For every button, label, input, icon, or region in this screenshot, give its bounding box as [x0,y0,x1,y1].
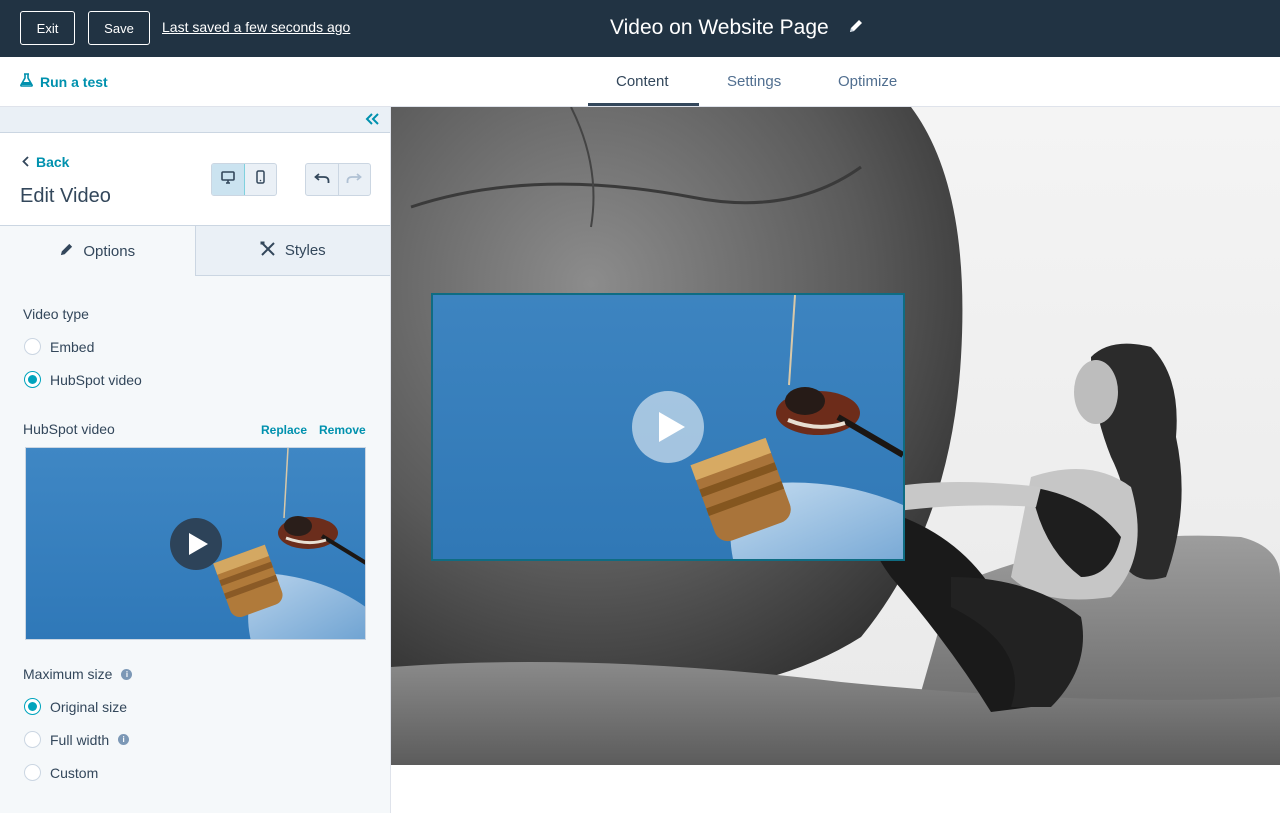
page-title[interactable]: Video on Website Page [610,16,829,40]
tab-optimize[interactable]: Optimize [838,73,897,90]
radio-full-width[interactable]: Full width i [24,731,130,748]
page-preview-canvas [391,107,1280,813]
collapse-bar [0,107,390,133]
desktop-icon [220,170,235,189]
radio-embed-input[interactable] [24,338,41,355]
info-icon[interactable]: i [121,668,133,680]
chevron-left-icon [22,154,36,170]
radio-full-width-input[interactable] [24,731,41,748]
editor-subbar: Run a test Content Settings Optimize [0,57,1280,107]
info-icon[interactable]: i [118,734,130,745]
radio-custom[interactable]: Custom [24,764,98,781]
collapse-sidebar-icon[interactable] [364,112,380,131]
maximum-size-text: Maximum size [23,666,113,682]
radio-embed-label: Embed [50,338,95,355]
video-preview-image [433,295,903,559]
radio-original-size-label: Original size [50,698,128,715]
last-saved-link[interactable]: Last saved a few seconds ago [162,19,350,35]
save-button[interactable]: Save [88,11,150,45]
radio-full-width-label: Full width [50,731,110,748]
mobile-icon [256,170,265,189]
selected-video-module[interactable] [431,293,905,561]
video-type-label: Video type [23,306,89,322]
radio-embed[interactable]: Embed [24,338,94,355]
flask-icon [20,73,40,90]
edit-video-title: Edit Video [20,185,111,207]
run-a-test-link[interactable]: Run a test [20,73,108,90]
radio-hubspot-video[interactable]: HubSpot video [24,371,142,388]
panel-header: Back Edit Video [0,133,390,226]
tab-settings[interactable]: Settings [727,73,781,90]
radio-original-size[interactable]: Original size [24,698,127,715]
tab-styles-label: Styles [284,242,326,259]
history-controls [305,163,371,196]
undo-icon [313,171,330,189]
maximum-size-label: Maximum size i [23,666,133,682]
redo-icon [346,171,363,189]
edit-sidebar: Back Edit Video Options Styles Video typ… [0,107,391,813]
radio-original-size-input[interactable] [24,698,41,715]
pencil-icon [59,242,83,261]
video-thumbnail-image [26,448,365,639]
hubspot-video-label: HubSpot video [23,421,115,437]
tab-options[interactable]: Options [0,226,196,276]
back-link[interactable]: Back [22,154,69,170]
device-preview-toggle [211,163,277,196]
replace-video-link[interactable]: Replace [261,423,307,437]
video-thumbnail[interactable] [25,447,366,640]
tab-options-label: Options [83,242,136,260]
exit-button[interactable]: Exit [20,11,75,45]
radio-hubspot-video-label: HubSpot video [50,371,142,388]
undo-button[interactable] [306,164,339,195]
tab-content[interactable]: Content [616,73,669,90]
run-a-test-label: Run a test [40,73,108,90]
remove-video-link[interactable]: Remove [319,423,366,437]
active-tab-indicator [588,103,699,106]
desktop-preview-button[interactable] [212,164,245,195]
top-bar: Exit Save Last saved a few seconds ago V… [0,0,1280,57]
panel-tabs: Options Styles [0,226,390,276]
mobile-preview-button[interactable] [245,164,277,195]
radio-hubspot-video-input[interactable] [24,371,41,388]
radio-custom-label: Custom [50,764,99,781]
page-title-wrap: Video on Website Page [610,16,829,40]
tools-icon [260,241,285,261]
tab-styles[interactable]: Styles [195,226,390,276]
radio-custom-input[interactable] [24,764,41,781]
back-label: Back [36,154,70,170]
redo-button[interactable] [339,164,371,195]
edit-title-pencil-icon[interactable] [848,18,866,36]
